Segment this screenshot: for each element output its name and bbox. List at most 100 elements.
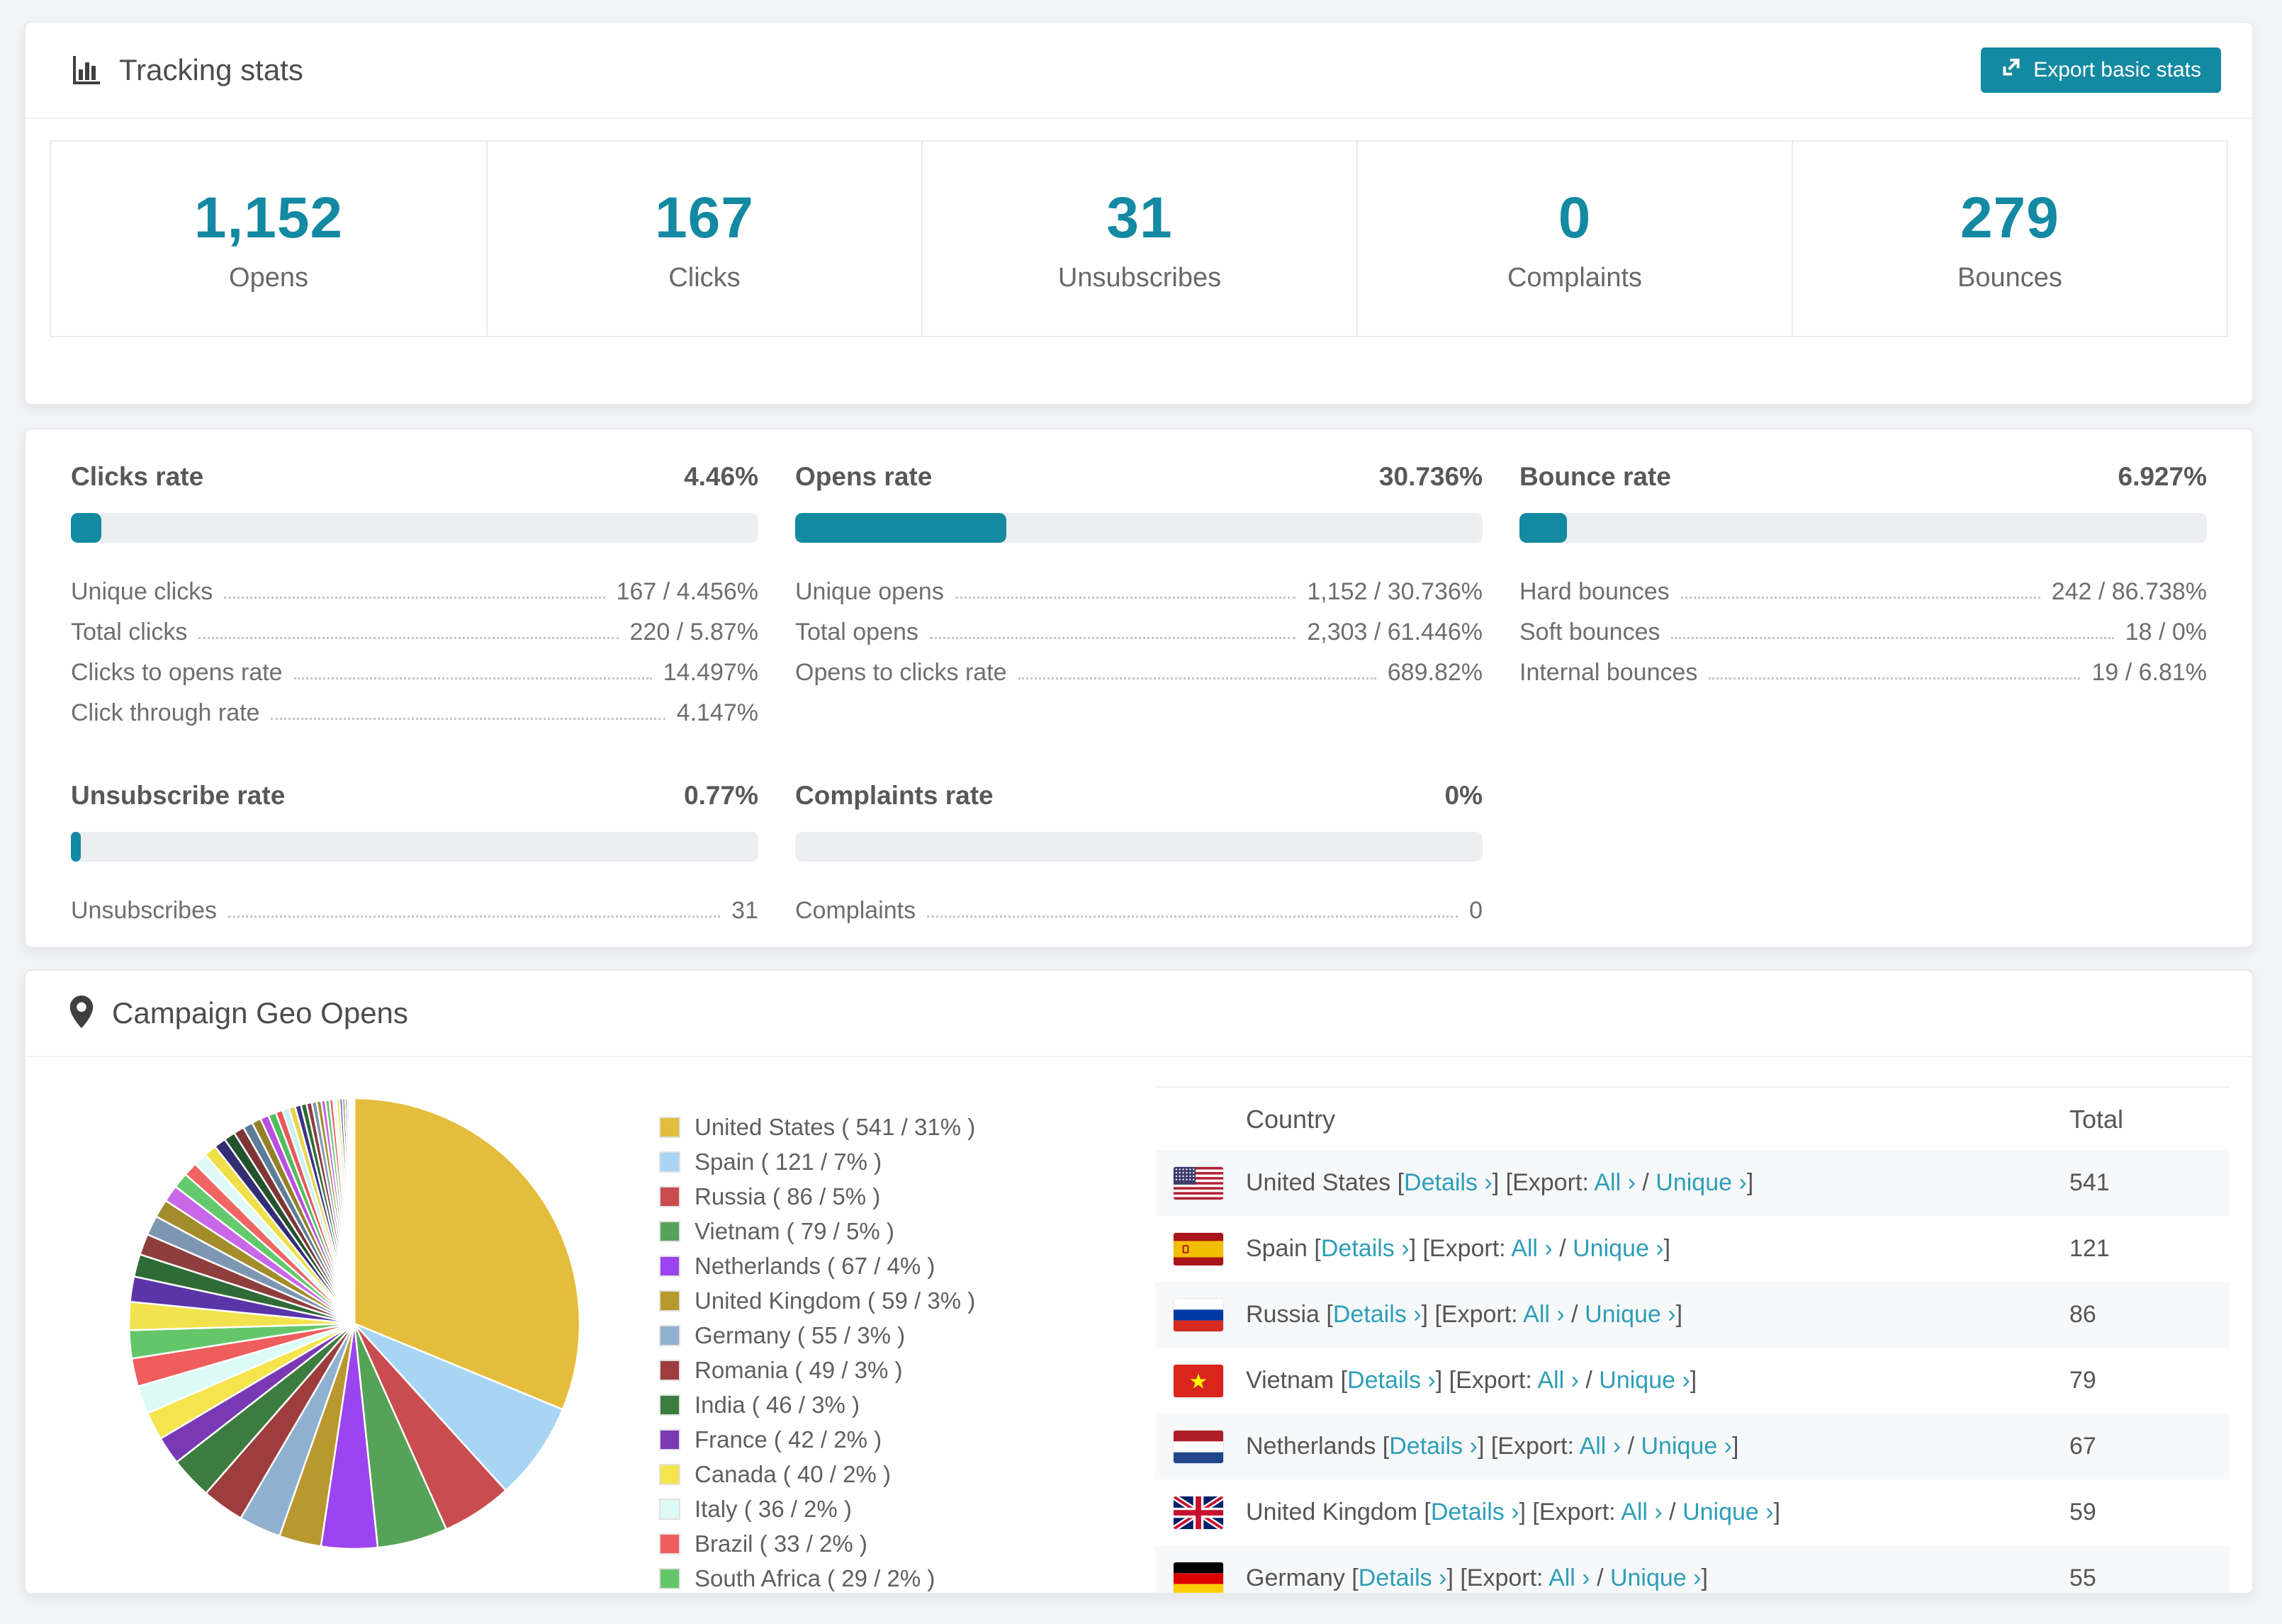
country-total: 121 — [2069, 1235, 2110, 1262]
metric-label: Unsubscribes — [71, 897, 217, 924]
legend-item-south-africa: South Africa ( 29 / 2% ) — [659, 1565, 999, 1592]
flag-icon-gb — [1174, 1496, 1223, 1529]
legend-label: Italy ( 36 / 2% ) — [695, 1496, 852, 1522]
stat-value: 0 — [1558, 185, 1592, 250]
stat-value: 167 — [655, 185, 754, 250]
details-link-netherlands[interactable]: Details › — [1389, 1433, 1478, 1460]
metric-value: 689.82% — [1387, 659, 1483, 686]
export-all-link-vietnam[interactable]: All › — [1537, 1367, 1579, 1394]
rate-title: Unsubscribe rate — [71, 781, 286, 810]
geo-table-row-netherlands: Netherlands [Details ›] [Export: All › /… — [1155, 1414, 2230, 1479]
dotted-leader — [1671, 637, 2114, 639]
dotted-leader — [293, 677, 652, 680]
details-link-russia[interactable]: Details › — [1333, 1301, 1422, 1328]
legend-label: Spain ( 121 / 7% ) — [695, 1149, 882, 1175]
metric-value: 14.497% — [663, 659, 758, 686]
geo-table-rows: United States [Details ›] [Export: All ›… — [1155, 1150, 2230, 1593]
rate-block-bounce-rate: Bounce rate 6.927% Hard bounces 242 / 86… — [1519, 462, 2207, 727]
progress-fill — [71, 513, 102, 543]
export-unique-link-united-states[interactable]: Unique › — [1656, 1169, 1747, 1196]
legend-swatch — [659, 1499, 680, 1520]
export-basic-stats-button[interactable]: Export basic stats — [1981, 47, 2221, 93]
export-button-label: Export basic stats — [2033, 58, 2201, 81]
metric-value: 18 / 0% — [2125, 619, 2207, 645]
metric-label: Unique opens — [795, 578, 944, 605]
legend-label: Romania ( 49 / 3% ) — [695, 1357, 903, 1383]
bar-chart-icon — [69, 54, 102, 86]
export-unique-link-germany[interactable]: Unique › — [1610, 1564, 1702, 1591]
legend-swatch — [659, 1117, 680, 1138]
metric-value: 242 / 86.738% — [2051, 578, 2207, 605]
details-link-spain[interactable]: Details › — [1321, 1235, 1410, 1262]
legend-item-germany: Germany ( 55 / 3% ) — [659, 1322, 999, 1349]
stat-cell-complaints: 0 Complaints — [1356, 142, 1792, 336]
rate-block-clicks-rate: Clicks rate 4.46% Unique clicks 167 / 4.… — [71, 462, 758, 727]
legend-label: Canada ( 40 / 2% ) — [695, 1461, 891, 1487]
rate-title: Opens rate — [795, 462, 933, 491]
country-total: 55 — [2069, 1564, 2096, 1591]
legend-swatch — [659, 1151, 680, 1173]
legend-label: Vietnam ( 79 / 5% ) — [695, 1218, 894, 1244]
legend-swatch — [659, 1394, 680, 1416]
dotted-leader — [1680, 597, 2040, 599]
export-all-link-united-states[interactable]: All › — [1594, 1169, 1636, 1196]
rate-value: 0% — [1444, 781, 1483, 810]
export-unique-link-russia[interactable]: Unique › — [1585, 1301, 1676, 1328]
details-link-vietnam[interactable]: Details › — [1347, 1367, 1436, 1394]
details-link-united-states[interactable]: Details › — [1404, 1169, 1493, 1196]
legend-swatch — [659, 1533, 680, 1555]
metric-unique-clicks: Unique clicks 167 / 4.456% — [71, 565, 758, 606]
metric-label: Complaints — [795, 897, 916, 924]
dotted-leader — [198, 637, 619, 639]
tracking-stats-header: Tracking stats Export basic stats — [26, 23, 2252, 119]
export-all-link-netherlands[interactable]: All › — [1580, 1433, 1621, 1460]
legend-item-netherlands: Netherlands ( 67 / 4% ) — [659, 1253, 999, 1280]
legend-item-brazil: Brazil ( 33 / 2% ) — [659, 1530, 999, 1557]
legend-item-italy: Italy ( 36 / 2% ) — [659, 1496, 999, 1523]
rates-grid: Clicks rate 4.46% Unique clicks 167 / 4.… — [71, 462, 2207, 925]
export-all-link-spain[interactable]: All › — [1511, 1235, 1553, 1262]
stats-row: 1,152 Opens 167 Clicks 31 Unsubscribes 0… — [50, 140, 2228, 337]
export-unique-link-netherlands[interactable]: Unique › — [1641, 1433, 1732, 1460]
metric-internal-bounces: Internal bounces 19 / 6.81% — [1519, 646, 2207, 687]
dotted-leader — [927, 915, 1458, 918]
geo-pie-svg — [128, 1097, 581, 1550]
stat-label: Opens — [229, 262, 308, 293]
legend-label: France ( 42 / 2% ) — [695, 1426, 882, 1453]
export-all-link-germany[interactable]: All › — [1548, 1564, 1590, 1591]
geo-table: Country Total United States [Details ›] … — [1155, 1086, 2230, 1593]
export-all-link-united-kingdom[interactable]: All › — [1621, 1499, 1663, 1526]
progress-bar — [71, 513, 758, 543]
geo-header: Campaign Geo Opens — [26, 971, 2252, 1057]
export-unique-link-vietnam[interactable]: Unique › — [1599, 1367, 1690, 1394]
details-link-united-kingdom[interactable]: Details › — [1431, 1499, 1519, 1526]
export-all-link-russia[interactable]: All › — [1523, 1301, 1565, 1328]
metric-value: 0 — [1469, 897, 1483, 924]
metric-unique-opens: Unique opens 1,152 / 30.736% — [795, 565, 1483, 606]
stat-value: 31 — [1106, 185, 1173, 250]
export-unique-link-spain[interactable]: Unique › — [1573, 1235, 1664, 1262]
country-total: 86 — [2069, 1301, 2096, 1328]
stat-cell-unsubscribes: 31 Unsubscribes — [921, 142, 1356, 336]
geo-table-header-row: Country Total — [1155, 1086, 2230, 1150]
dotted-leader — [1018, 677, 1376, 680]
dotted-leader — [271, 718, 665, 720]
stat-label: Unsubscribes — [1057, 262, 1222, 293]
legend-item-russia: Russia ( 86 / 5% ) — [659, 1183, 999, 1210]
legend-swatch — [659, 1186, 680, 1207]
metric-unsubscribes: Unsubscribes 31 — [71, 884, 758, 925]
metric-value: 1,152 / 30.736% — [1307, 578, 1483, 605]
legend-label: South Africa ( 29 / 2% ) — [695, 1565, 935, 1591]
legend-swatch — [659, 1256, 680, 1277]
country-name: United Kingdom — [1246, 1499, 1417, 1526]
export-unique-link-united-kingdom[interactable]: Unique › — [1682, 1499, 1774, 1526]
rate-value: 6.927% — [2118, 462, 2208, 491]
tracking-stats-title-text: Tracking stats — [119, 53, 303, 86]
rate-title: Clicks rate — [71, 462, 204, 491]
legend-label: Brazil ( 33 / 2% ) — [695, 1530, 867, 1557]
export-icon — [2001, 57, 2022, 84]
metric-label: Opens to clicks rate — [795, 659, 1007, 686]
stat-cell-bounces: 279 Bounces — [1792, 142, 2227, 336]
details-link-germany[interactable]: Details › — [1359, 1564, 1447, 1591]
geo-pie-chart — [71, 1076, 595, 1593]
